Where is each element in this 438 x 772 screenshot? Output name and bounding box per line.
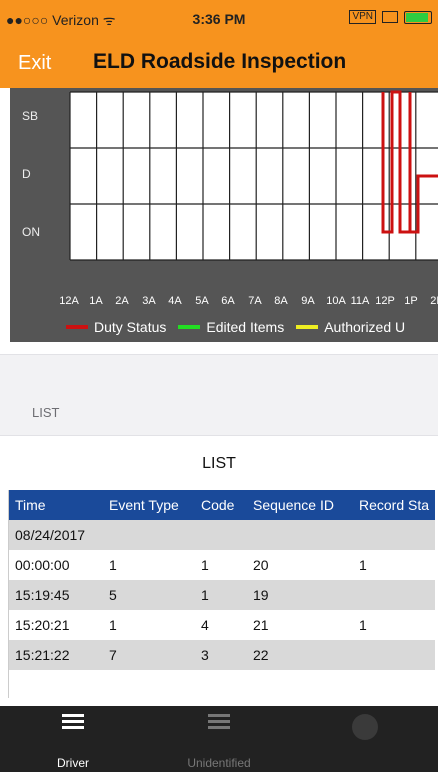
legend-authorized-swatch (296, 325, 319, 329)
cell-record-status (353, 520, 436, 550)
circle-icon (352, 714, 378, 740)
events-table[interactable]: Time Event Type Code Sequence ID Record … (8, 490, 438, 698)
duty-grid (69, 90, 438, 261)
legend-authorized: Authorized U (324, 319, 406, 335)
tick-12a: 12A (59, 295, 79, 307)
battery-icon (404, 10, 432, 24)
tab-bar: Driver Unidentified (0, 706, 438, 772)
tab-unidentified-label: Unidentified (187, 756, 251, 770)
cell-code: 3 (195, 640, 247, 670)
list-icon (208, 714, 230, 734)
cell-code: 1 (201, 557, 209, 573)
chart-legend: Duty Status Edited Items Authorized U (66, 317, 405, 337)
cell-record-status (353, 640, 436, 670)
legend-edited-items: Edited Items (206, 319, 285, 335)
table-row: 15:21:22 7 3 22 (9, 640, 436, 670)
cell-record-status: 1 (359, 557, 367, 573)
cell-record-status (353, 580, 436, 610)
table-row: 15:20:21 1 4 21 1 (9, 610, 435, 640)
table-row: 00:00:00 1 1 20 1 (9, 550, 435, 580)
status-icons: VPN (349, 10, 432, 24)
list-icon (62, 714, 84, 734)
page-title: ELD Roadside Inspection (93, 50, 347, 73)
cell-time: 15:21:22 (9, 640, 103, 670)
cell-event-type: 1 (109, 557, 117, 573)
table-row: 15:19:45 5 1 19 (9, 580, 436, 610)
status-bar: ●●○○○ Verizon ᯤ 3:36 PM VPN (0, 0, 438, 38)
cell-time: 15:19:45 (9, 580, 103, 610)
cell-sequence-id: 21 (253, 617, 269, 633)
cell-sequence-id: 19 (247, 580, 353, 610)
column-header-sequence-id: Sequence ID (247, 490, 353, 520)
navigation-bar: Exit ELD Roadside Inspection (0, 38, 438, 88)
tick-2p: 2P (430, 295, 438, 307)
list-title: LIST (202, 455, 236, 472)
cell-sequence-id (247, 520, 353, 550)
table-row: 08/24/2017 (9, 520, 436, 550)
table-header-row: Time Event Type Code Sequence ID Record … (9, 490, 436, 520)
cell-event-type: 7 (103, 640, 195, 670)
cell-event-type: 5 (103, 580, 195, 610)
cell-time: 15:20:21 (15, 617, 70, 633)
tab-driver-label: Driver (57, 756, 89, 770)
legend-duty-status-swatch (66, 325, 88, 329)
cell-event-type: 1 (109, 617, 117, 633)
cell-time: 00:00:00 (15, 557, 70, 573)
tick-4a: 4A (168, 295, 182, 307)
cell-sequence-id: 22 (247, 640, 353, 670)
duty-status-chart: SB D ON 12A 1A 2A 3A 4A 5A 6A 7A 8A 9A 1… (10, 88, 438, 342)
cell-time: 08/24/2017 (9, 520, 103, 550)
section-header-label: LIST (32, 405, 60, 420)
cell-sequence-id: 20 (253, 557, 269, 573)
column-header-event-type: Event Type (103, 490, 195, 520)
legend-duty-status: Duty Status (94, 319, 167, 335)
screen-mirror-icon (382, 11, 398, 23)
tab-third[interactable] (292, 706, 438, 772)
exit-button[interactable]: Exit (18, 52, 51, 75)
section-header: LIST (0, 354, 438, 436)
tick-8a: 8A (274, 295, 288, 307)
cell-code (195, 520, 247, 550)
cell-code: 4 (201, 617, 209, 633)
tick-6a: 6A (221, 295, 235, 307)
cell-record-status: 1 (359, 617, 367, 633)
vpn-icon: VPN (349, 10, 376, 24)
cell-event-type (103, 520, 195, 550)
column-header-time: Time (9, 490, 103, 520)
tab-driver[interactable]: Driver (0, 706, 146, 772)
tab-unidentified[interactable]: Unidentified (146, 706, 292, 772)
tick-9a: 9A (301, 295, 315, 307)
column-header-record-status: Record Sta (353, 490, 436, 520)
legend-edited-items-swatch (178, 325, 201, 329)
tick-2a: 2A (115, 295, 129, 307)
column-header-code: Code (195, 490, 247, 520)
cell-code: 1 (195, 580, 247, 610)
